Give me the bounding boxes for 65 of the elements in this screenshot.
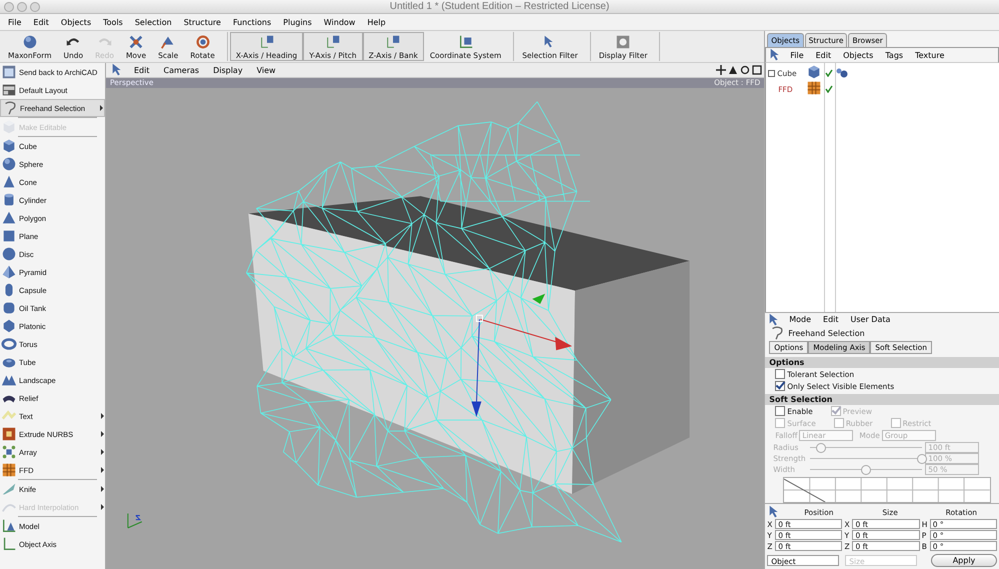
- menu-item[interactable]: File: [784, 50, 810, 60]
- lattice-icon: [1, 462, 17, 478]
- menu-item[interactable]: Objects: [54, 18, 98, 26]
- menu-item[interactable]: Help: [361, 18, 392, 26]
- cube-icon: [806, 64, 822, 80]
- axis-icon: [1, 536, 17, 552]
- rotate-view-icon[interactable]: [740, 65, 750, 75]
- menu-item[interactable]: Display: [207, 66, 249, 74]
- coordinate-system-icon: [458, 34, 474, 50]
- frame-icon: [1, 426, 17, 442]
- spheres-tag-icon[interactable]: [836, 68, 848, 78]
- menu-item[interactable]: Mode: [783, 315, 818, 324]
- window-title: Untitled 1 * (Student Edition – Restricted License): [388, 1, 610, 12]
- checkbox-box[interactable]: [775, 369, 786, 379]
- cone-icon: [1, 174, 17, 190]
- collapse-toggle[interactable]: [768, 70, 776, 76]
- menu-item[interactable]: Edit: [27, 18, 55, 26]
- window-icon: [1, 64, 17, 80]
- menu-item[interactable]: Edit: [810, 50, 838, 60]
- move-view-icon[interactable]: [716, 65, 726, 75]
- slider-thumb[interactable]: [816, 443, 826, 453]
- model-icon: [1, 518, 17, 534]
- maximize-view-icon[interactable]: [752, 65, 762, 75]
- section-header: Soft Selection: [765, 394, 999, 405]
- layout-icon: [1, 82, 17, 98]
- rotate-icon: [194, 34, 211, 50]
- menu-item[interactable]: Edit: [817, 315, 845, 324]
- knife-icon: [1, 481, 17, 497]
- world-axis-icon: [127, 513, 142, 528]
- menu-item[interactable]: View: [250, 66, 282, 74]
- slider-thumb[interactable]: [917, 454, 928, 464]
- cube-icon: [1, 138, 17, 154]
- menu-item[interactable]: Selection: [128, 18, 178, 26]
- menu-item[interactable]: Plugins: [277, 18, 318, 26]
- polyhedron-icon: [1, 318, 17, 334]
- menu-item[interactable]: Objects: [837, 50, 880, 60]
- menu-item[interactable]: Edit: [128, 66, 156, 74]
- menu-item[interactable]: Window: [318, 18, 362, 26]
- tool-title: Freehand Selection: [788, 328, 865, 338]
- check-icon[interactable]: [825, 85, 834, 93]
- menu-item[interactable]: Texture: [909, 50, 950, 60]
- menu-item[interactable]: Structure: [178, 18, 227, 26]
- lattice-icon: [806, 80, 822, 96]
- menu-item[interactable]: User Data: [844, 315, 896, 324]
- move-icon: [128, 34, 144, 50]
- menu-item[interactable]: Tools: [97, 18, 129, 26]
- check-icon[interactable]: [825, 69, 834, 77]
- square-icon: [1, 228, 17, 244]
- section-header: Options: [765, 357, 999, 368]
- menu-item[interactable]: File: [2, 18, 28, 26]
- checkbox-box[interactable]: [775, 381, 786, 391]
- checkbox-box[interactable]: [775, 406, 786, 416]
- menu-item[interactable]: Functions: [226, 18, 278, 26]
- display-filter-icon: [615, 34, 632, 50]
- apply-button[interactable]: Apply: [931, 554, 997, 566]
- pyramid-icon: [1, 264, 17, 280]
- menu-item[interactable]: Tags: [879, 50, 910, 60]
- ring-icon: [1, 336, 17, 352]
- menu-item[interactable]: Cameras: [158, 66, 206, 74]
- sphere-icon: [1, 156, 17, 172]
- triangle-icon: [1, 210, 17, 226]
- sphere-icon: [22, 34, 38, 50]
- circle-icon: [1, 246, 17, 262]
- slider-thumb[interactable]: [861, 465, 872, 475]
- triangle-icon[interactable]: [728, 65, 738, 75]
